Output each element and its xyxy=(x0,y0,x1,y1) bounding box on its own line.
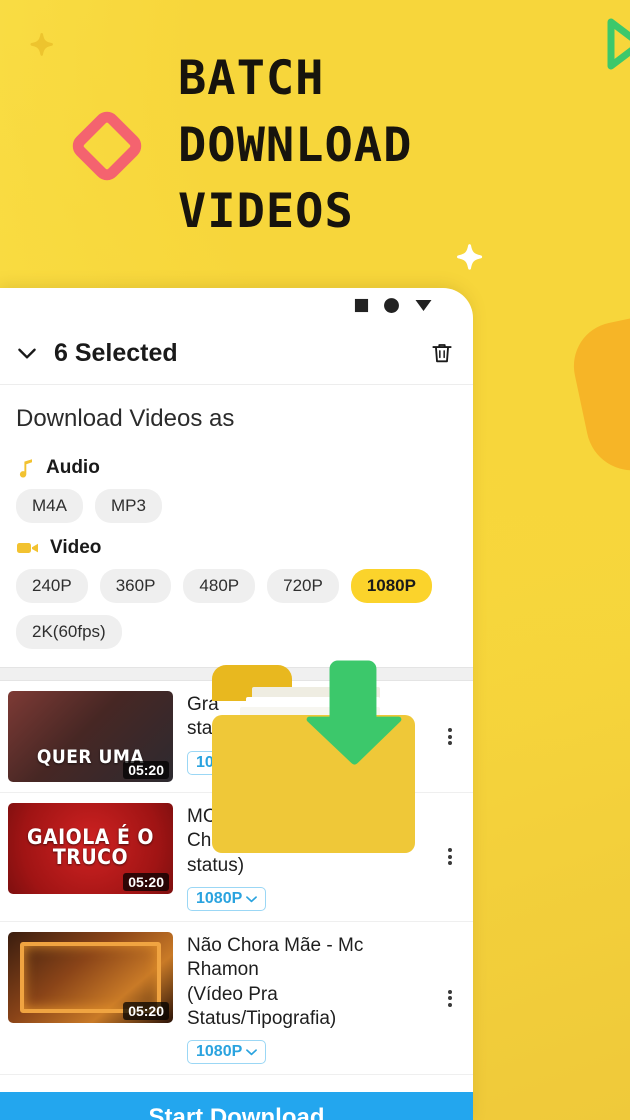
video-meta: Não Chora Mãe - Mc Rhamon (Vídeo Pra Sta… xyxy=(173,932,437,1065)
video-group-header: Video xyxy=(16,537,457,559)
kebab-menu-icon[interactable] xyxy=(437,932,463,1064)
video-title: Não Chora Mãe - Mc Rhamon xyxy=(187,934,364,981)
video-title-line2: (Vídeo Pra Status/Tipografia) xyxy=(187,983,337,1029)
kebab-menu-icon[interactable] xyxy=(437,691,463,782)
decorative-star-icon xyxy=(26,32,60,66)
duration-badge: 05:20 xyxy=(123,1001,169,1020)
video-quality-chips: 240P 360P 480P 720P 1080P 2K(60fps) xyxy=(16,569,457,649)
quality-value: 1080P xyxy=(196,889,243,907)
start-download-button[interactable]: Start Download xyxy=(0,1092,473,1120)
headline-line-3: Videos xyxy=(178,184,354,240)
thumbnail-caption: GAIOLA É O TRUCO xyxy=(27,825,154,870)
section-title: Download Videos as xyxy=(16,405,235,432)
kebab-menu-icon[interactable] xyxy=(437,803,463,911)
chip-360p[interactable]: 360P xyxy=(99,569,172,603)
triangle-down-icon xyxy=(415,300,432,311)
audio-format-chips: M4A MP3 xyxy=(16,489,457,523)
video-thumbnail[interactable]: 05:20 xyxy=(8,931,173,1023)
headline-line-1: Batch xyxy=(178,51,325,106)
chevron-down-icon xyxy=(246,1049,258,1056)
chip-1080p[interactable]: 1080P xyxy=(350,569,432,603)
decorative-diamond-icon xyxy=(67,106,147,186)
chip-m4a[interactable]: M4A xyxy=(16,489,83,523)
table-row[interactable]: 05:20 Não Chora Mãe - Mc Rhamon (Vídeo P… xyxy=(0,922,473,1076)
chevron-down-icon xyxy=(246,896,258,903)
chevron-down-icon[interactable] xyxy=(14,340,40,366)
quality-selector[interactable]: 1080P xyxy=(187,1040,267,1065)
music-note-icon xyxy=(19,459,32,478)
square-icon xyxy=(354,298,369,312)
decorative-orange-blob xyxy=(565,307,630,479)
decorative-play-triangle-icon xyxy=(606,18,630,75)
status-bar xyxy=(0,288,473,322)
chip-240p[interactable]: 240P xyxy=(16,569,88,603)
folder-download-icon xyxy=(208,657,433,861)
selection-count-label: 6 Selected xyxy=(54,338,178,367)
chip-480p[interactable]: 480P xyxy=(183,569,256,603)
audio-label: Audio xyxy=(46,457,100,478)
duration-badge: 05:20 xyxy=(123,761,169,779)
audio-group-header: Audio xyxy=(16,457,457,479)
trash-icon[interactable] xyxy=(429,340,455,366)
start-download-label: Start Download xyxy=(148,1104,325,1120)
chip-720p[interactable]: 720P xyxy=(267,569,339,603)
video-thumbnail[interactable]: GAIOLA É O TRUCO 05:20 xyxy=(8,803,173,894)
video-label: Video xyxy=(50,537,102,558)
video-camera-icon xyxy=(17,543,38,553)
promo-canvas: Batch Download Videos 6 Selected Downloa… xyxy=(0,0,630,1120)
chip-mp3[interactable]: MP3 xyxy=(94,489,162,523)
circle-icon xyxy=(384,297,399,313)
duration-badge: 05:20 xyxy=(123,873,169,891)
app-bar: 6 Selected xyxy=(0,322,473,385)
quality-selector[interactable]: 1080P xyxy=(187,886,267,911)
download-settings-section: Download Videos as Audio M4A MP3 Video 2 xyxy=(0,385,473,649)
quality-value: 1080P xyxy=(196,1043,243,1061)
page-title: Batch Download Videos xyxy=(178,46,598,246)
decorative-star-icon xyxy=(452,243,490,281)
video-thumbnail[interactable]: QUER UMA 05:20 xyxy=(8,691,173,782)
headline-line-2: Download xyxy=(178,117,413,173)
chip-2k60fps[interactable]: 2K(60fps) xyxy=(16,615,122,649)
